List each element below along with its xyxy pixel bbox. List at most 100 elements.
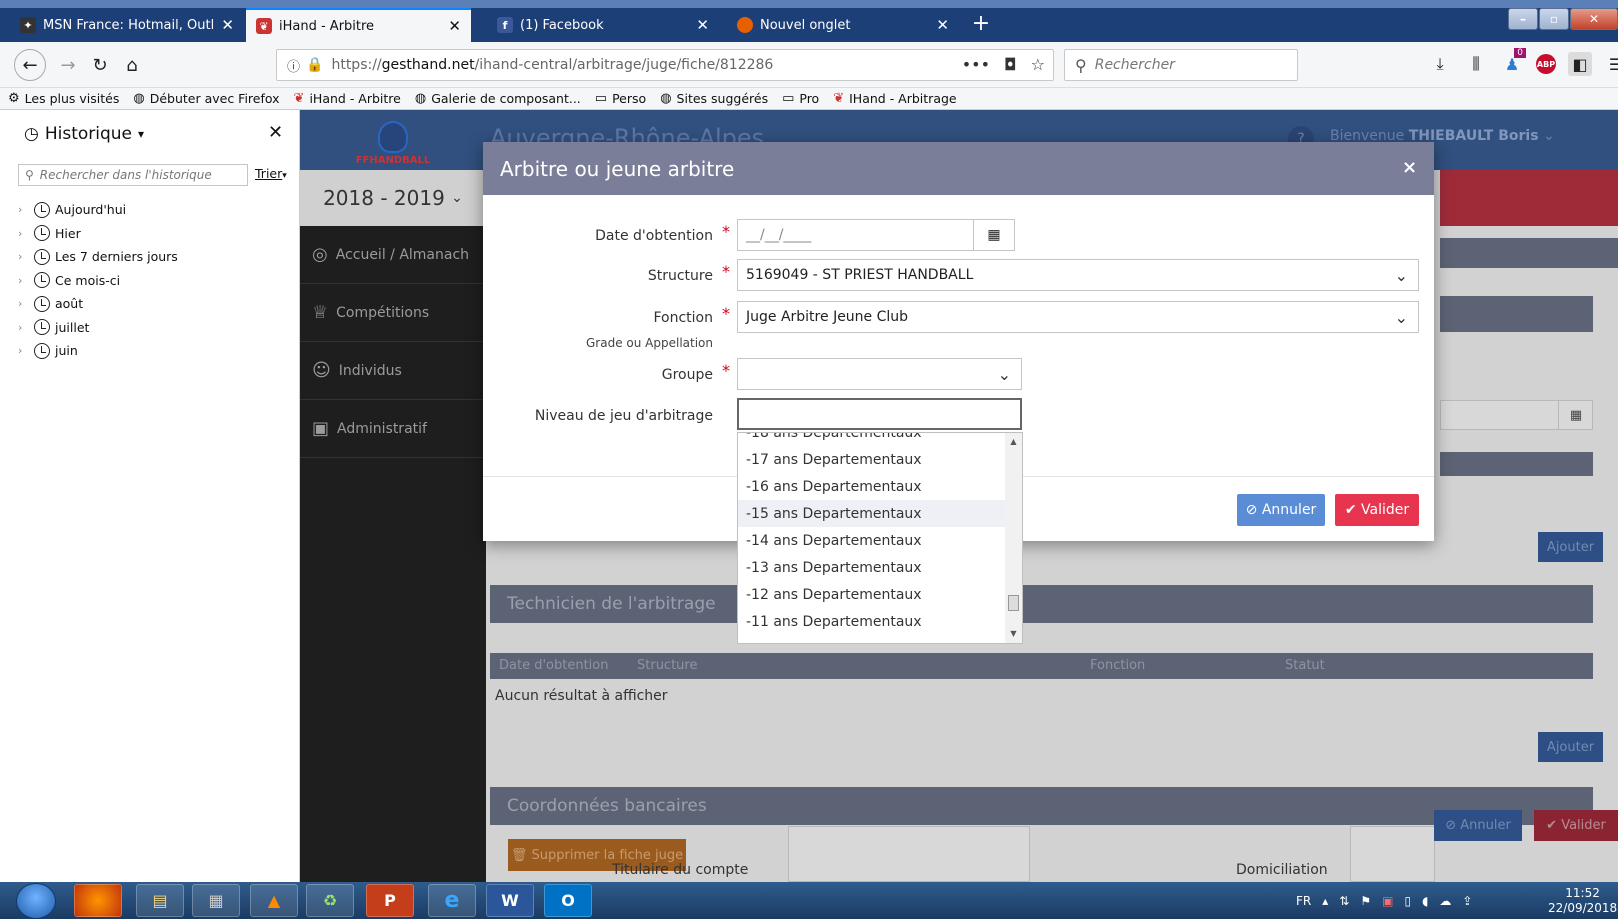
vlc-cone-icon[interactable]: ▲ [250, 884, 298, 917]
tab-new-tab[interactable]: Nouvel onglet ✕ [727, 8, 959, 42]
bookmark-ihand-arbitre[interactable]: ❦ iHand - Arbitre [294, 91, 401, 106]
powerpoint-icon[interactable]: P [366, 884, 414, 917]
tab-close-icon[interactable]: ✕ [696, 16, 709, 34]
date-obtention-input[interactable]: __/__/____ [737, 219, 974, 251]
security-icon[interactable]: ▣ [1382, 894, 1393, 908]
sync-icon[interactable]: ♻ [306, 884, 354, 917]
tab-close-icon[interactable]: ✕ [448, 17, 461, 35]
bookmark-most-visited[interactable]: ⚙ Les plus visités [8, 91, 119, 106]
history-group-this-month[interactable]: › Ce mois-ci [18, 269, 178, 293]
nav-competitions[interactable]: ♕ Compétitions [300, 284, 486, 342]
bookmark-ihand-arbitrage[interactable]: ❦ IHand - Arbitrage [833, 91, 956, 106]
bookmark-galerie[interactable]: ◍ Galerie de composant... [415, 91, 581, 106]
groupe-select[interactable]: ⌄ [737, 358, 1022, 390]
dropdown-option-hovered[interactable]: -15 ans Departementaux [738, 500, 1005, 527]
dropdown-scrollbar[interactable] [1005, 433, 1022, 643]
minimize-icon[interactable]: – [1508, 8, 1538, 30]
sort-button[interactable]: Trier▾ [255, 166, 287, 181]
dropdown-option[interactable]: -18 ans Departementaux [738, 433, 1005, 446]
bookmark-pro[interactable]: ▭ Pro [782, 91, 819, 106]
dropdown-option[interactable]: -13 ans Departementaux [738, 554, 1005, 581]
adblock-icon[interactable]: ABP [1536, 54, 1556, 74]
nav-accueil[interactable]: ◎ Accueil / Almanach [300, 226, 486, 284]
nav-administratif[interactable]: ▣ Administratif [300, 400, 486, 458]
search-bar[interactable]: ⚲ Rechercher [1064, 49, 1298, 81]
page-actions-icon[interactable]: ••• [962, 55, 990, 74]
language-indicator[interactable]: FR [1296, 894, 1311, 908]
close-window-icon[interactable]: ✕ [1570, 8, 1618, 30]
internet-explorer-icon[interactable]: e [428, 884, 476, 917]
calculator-icon[interactable]: ▦ [192, 884, 240, 917]
outlook-icon[interactable]: O [544, 884, 592, 917]
forward-arrow-icon[interactable]: → [54, 51, 82, 79]
page-cancel-button[interactable]: ⊘ Annuler [1434, 810, 1522, 841]
validate-button[interactable]: ✔ Valider [1335, 494, 1419, 526]
maximize-icon[interactable]: ▫ [1539, 8, 1569, 30]
history-group-august[interactable]: › août [18, 292, 178, 316]
history-group-today[interactable]: › Aujourd'hui [18, 198, 178, 222]
fonction-select[interactable]: Juge Arbitre Jeune Club ⌄ [737, 301, 1419, 333]
battery-icon[interactable]: ▯ [1404, 894, 1411, 908]
bookmark-perso[interactable]: ▭ Perso [595, 91, 646, 106]
url-bar[interactable]: ⓘ 🔒 https:// gesthand.net /ihand-central… [276, 49, 1054, 81]
flag-icon[interactable]: ⚑ [1360, 894, 1371, 908]
domiciliation-input[interactable] [1350, 826, 1435, 882]
scrollbar-thumb[interactable] [1008, 595, 1019, 611]
home-icon[interactable]: ⌂ [118, 51, 146, 79]
volume-icon[interactable]: ◖ [1422, 894, 1428, 908]
history-group-july[interactable]: › juillet [18, 316, 178, 340]
dropdown-option[interactable]: -14 ans Departementaux [738, 527, 1005, 554]
history-group-last-7-days[interactable]: › Les 7 derniers jours [18, 245, 178, 269]
scroll-up-icon[interactable]: ▲ [1006, 437, 1021, 446]
menu-hamburger-icon[interactable]: ☰ [1604, 52, 1618, 76]
calendar-icon[interactable]: ▦ [1558, 400, 1593, 430]
library-icon[interactable]: ⫼ [1464, 52, 1488, 76]
back-arrow-icon[interactable]: ← [14, 49, 46, 81]
pocket-icon[interactable]: ◘ [1004, 55, 1017, 74]
tab-ihand-arbitre[interactable]: ❦ iHand - Arbitre ✕ [246, 8, 471, 42]
dropdown-option[interactable]: -11 ans Departementaux [738, 608, 1005, 635]
ffhandball-logo[interactable]: FFHANDBALL [348, 114, 438, 166]
tab-facebook[interactable]: f (1) Facebook ✕ [487, 8, 719, 42]
modal-close-icon[interactable]: × [1402, 157, 1417, 178]
bookmark-sites-suggeres[interactable]: ◍ Sites suggérés [660, 91, 768, 106]
history-group-yesterday[interactable]: › Hier [18, 222, 178, 246]
sidebar-toggle-icon[interactable]: ◧ [1568, 52, 1592, 76]
titulaire-input[interactable] [788, 826, 1030, 882]
download-icon[interactable]: ⤓ [1428, 52, 1452, 76]
bookmark-getting-started[interactable]: ◍ Débuter avec Firefox [133, 91, 279, 106]
explorer-folder-icon[interactable]: ▤ [136, 884, 184, 917]
sidebar-title-dropdown[interactable]: ◷ Historique ▾ [24, 124, 144, 144]
new-tab-button[interactable]: + [967, 12, 995, 38]
season-selector[interactable]: 2018 - 2019 ⌄ [300, 170, 486, 226]
page-validate-button[interactable]: ✔ Valider [1534, 810, 1618, 841]
add-button[interactable]: Ajouter [1538, 732, 1603, 762]
cloud-icon[interactable]: ☁ [1439, 894, 1451, 908]
dropdown-option[interactable]: -17 ans Departementaux [738, 446, 1005, 473]
tab-msn[interactable]: ✦ MSN France: Hotmail, Outlook, ✕ [10, 8, 244, 42]
reload-icon[interactable]: ↻ [86, 51, 114, 79]
scroll-down-icon[interactable]: ▼ [1006, 629, 1021, 638]
network-icon[interactable]: ⇅ [1339, 894, 1349, 908]
tab-close-icon[interactable]: ✕ [221, 16, 234, 34]
upload-cloud-icon[interactable]: ⇪ [1462, 894, 1472, 908]
dropdown-option[interactable]: -12 ans Departementaux [738, 581, 1005, 608]
add-button[interactable]: Ajouter [1538, 532, 1603, 562]
bookmark-star-icon[interactable]: ☆ [1031, 55, 1045, 74]
history-group-june[interactable]: › juin [18, 339, 178, 363]
structure-select[interactable]: 5169049 - ST PRIEST HANDBALL ⌄ [737, 259, 1419, 291]
extension-notification-icon[interactable]: ♟ 0 [1500, 48, 1526, 76]
nav-individus[interactable]: ☺ Individus [300, 342, 486, 400]
cancel-button[interactable]: ⊘ Annuler [1237, 494, 1325, 526]
firefox-icon[interactable] [74, 884, 122, 917]
history-search-input[interactable]: ⚲ Rechercher dans l'historique [18, 164, 248, 186]
dropdown-option[interactable]: -16 ans Departementaux [738, 473, 1005, 500]
tab-close-icon[interactable]: ✕ [936, 16, 949, 34]
niveau-input[interactable] [737, 398, 1022, 430]
start-button[interactable] [16, 883, 56, 919]
word-icon[interactable]: W [486, 884, 534, 917]
chevron-up-icon[interactable]: ▴ [1322, 894, 1328, 908]
sidebar-close-icon[interactable]: ✕ [268, 122, 283, 143]
taskbar-clock[interactable]: 11:52 22/09/2018 [1548, 886, 1617, 916]
calendar-icon[interactable]: ▦ [973, 219, 1015, 251]
